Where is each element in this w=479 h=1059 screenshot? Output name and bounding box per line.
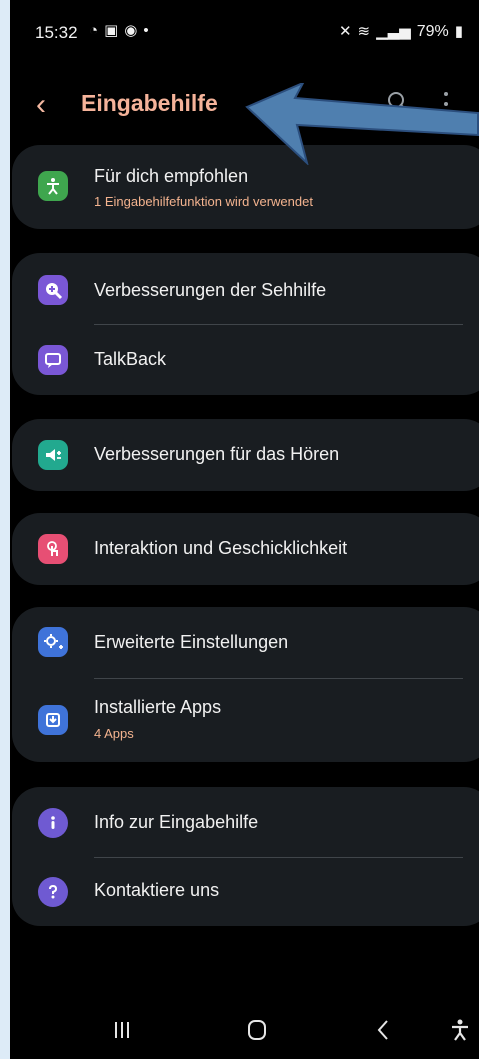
whatsapp-icon: ◔ [89,22,99,39]
navigation-bar [10,1004,479,1059]
status-time: 15:32 [35,23,78,42]
card-vision: Verbesserungen der Sehhilfe TalkBack [12,253,479,395]
row-title: Info zur Eingabehilfe [94,812,259,832]
facebook-icon: ◉ [124,22,138,39]
app-bar: ‹ Eingabehilfe [10,72,479,142]
card-about: Info zur Eingabehilfe Kontaktiere uns [12,787,479,926]
list-item-contact[interactable]: Kontaktiere uns [12,858,479,926]
page-title: Eingabehilfe [81,90,218,116]
list-item-advanced-settings[interactable]: Erweiterte Einstellungen [12,607,479,678]
chevron-left-icon: ‹ [36,88,46,121]
list-item-hearing[interactable]: Verbesserungen für das Hören [12,419,479,491]
battery-icon: ▮ [454,23,463,40]
more-options-button[interactable] [441,90,451,118]
row-title: Für dich empfohlen [94,166,249,186]
row-title: Verbesserungen für das Hören [94,444,340,464]
talkback-icon [38,345,68,375]
status-left-icons: ◔ ▣ ◉ • [89,22,149,40]
recent-apps-button[interactable] [112,1018,132,1047]
list-item-vision[interactable]: Verbesserungen der Sehhilfe [12,253,479,324]
more-vertical-icon [444,92,448,116]
card-advanced: Erweiterte Einstellungen Installierte Ap… [12,607,479,762]
recent-apps-icon [115,1022,129,1038]
list-item-installed-apps[interactable]: Installierte Apps 4 Apps [12,679,479,762]
back-nav-icon [377,1020,388,1040]
row-subtitle: 1 Eingabehilfefunktion wird verwendet [94,194,313,209]
search-icon [388,92,409,113]
row-title: Verbesserungen der Sehhilfe [94,280,327,300]
card-recommended: Für dich empfohlen 1 Eingabehilfefunktio… [12,145,479,229]
search-button[interactable] [386,90,410,114]
hearing-enhancement-icon [38,440,68,470]
dot-icon: • [143,22,149,39]
info-icon [38,808,68,838]
home-button[interactable] [246,1018,268,1047]
mute-icon: ✕ [338,23,352,40]
accessibility-icon [38,171,68,201]
accessibility-shortcut-button[interactable] [449,1018,471,1047]
interaction-icon [38,534,68,564]
row-title: Erweiterte Einstellungen [94,632,289,652]
accessibility-shortcut-icon [452,1019,468,1041]
advanced-settings-icon [38,627,68,657]
back-nav-button[interactable] [374,1018,392,1047]
list-item-recommended[interactable]: Für dich empfohlen 1 Eingabehilfefunktio… [12,145,479,229]
phone-screen: 15:32 ◔ ▣ ◉ • ✕ ≋ ▁▃▅ 79% ▮ ‹ Eingabehil… [10,0,479,1059]
list-item-info[interactable]: Info zur Eingabehilfe [12,787,479,857]
row-title: Interaktion und Geschicklichkeit [94,538,348,558]
signal-icon: ▁▃▅ [376,23,411,40]
row-title: Installierte Apps [94,697,222,717]
status-right: ✕ ≋ ▁▃▅ 79% ▮ [339,23,463,41]
battery-percent: 79% [416,23,449,40]
contact-icon [38,877,68,907]
list-item-talkback[interactable]: TalkBack [12,325,479,395]
status-bar: 15:32 ◔ ▣ ◉ • ✕ ≋ ▁▃▅ 79% ▮ [10,0,479,64]
home-icon [248,1020,266,1040]
back-button[interactable]: ‹ [36,85,66,125]
row-title: TalkBack [94,349,167,369]
wifi-icon: ≋ [357,23,371,40]
card-hearing: Verbesserungen für das Hören [12,419,479,491]
installed-apps-icon [38,705,68,735]
vision-enhancement-icon [38,275,68,305]
row-title: Kontaktiere uns [94,880,220,900]
card-interaction: Interaktion und Geschicklichkeit [12,513,479,585]
row-subtitle: 4 Apps [94,726,134,741]
list-item-interaction[interactable]: Interaktion und Geschicklichkeit [12,513,479,585]
gallery-icon: ▣ [104,22,119,39]
